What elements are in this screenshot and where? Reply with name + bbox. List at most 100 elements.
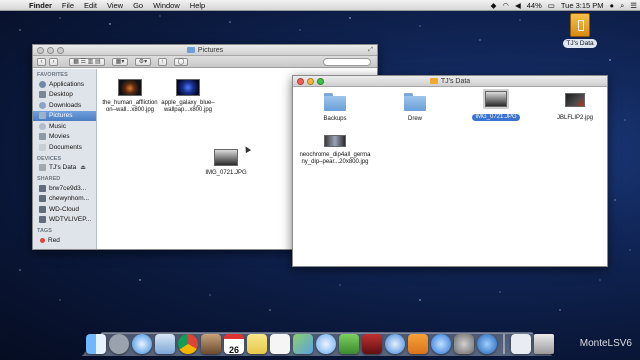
pictures-icon <box>39 112 46 120</box>
sidebar-item-tjs-data[interactable]: TJ's Data ⏏ <box>33 163 96 174</box>
battery-percent[interactable]: 44% <box>524 0 545 11</box>
window-title: Pictures <box>197 46 224 54</box>
sidebar: FAVORITES Applications Desktop Downloads… <box>33 69 97 249</box>
pictures-titlebar[interactable]: Pictures ⤢ <box>33 45 377 56</box>
maps-icon[interactable] <box>293 334 313 354</box>
sidebar-item-documents[interactable]: Documents <box>33 142 96 153</box>
zoom-button[interactable] <box>57 47 64 54</box>
tjs-data-titlebar[interactable]: TJ's Data <box>293 76 607 87</box>
menu-bar: Finder File Edit View Go Window Help ◆ ◠… <box>0 0 640 11</box>
volume-icon[interactable]: ◀ <box>512 0 524 11</box>
view-mode-buttons[interactable]: ▦ ☰ ▥ ▤ <box>69 57 105 66</box>
spotlight-icon[interactable]: ⌕ <box>617 0 627 11</box>
movies-icon <box>39 133 46 141</box>
system-preferences-icon[interactable] <box>454 334 474 354</box>
devices-header: DEVICES <box>37 155 62 162</box>
file-item[interactable]: the_human_affliction on–wall...x800.jpg <box>102 79 158 114</box>
launchpad-icon[interactable] <box>109 334 129 354</box>
desktop-drive-label: TJ's Data <box>563 39 597 48</box>
menu-file[interactable]: File <box>57 0 79 11</box>
notification-center-icon[interactable]: ☰ <box>627 0 640 11</box>
sidebar-item-pictures[interactable]: Pictures <box>33 110 96 121</box>
network-icon <box>39 205 46 213</box>
trash-icon[interactable] <box>534 334 554 354</box>
documents-icon <box>39 143 46 151</box>
fullscreen-icon[interactable]: ⤢ <box>367 47 374 54</box>
red-tag-icon <box>40 237 45 243</box>
zoom-button[interactable] <box>317 78 324 85</box>
file-item[interactable]: neochrome_dip4all_germa ny_dip–pear...20… <box>297 135 373 166</box>
usb-drive-icon <box>570 13 590 37</box>
tjs-data-content: Backups Drew IMG_0721.JPG JBLFLIP2.jpg n… <box>293 87 607 266</box>
safari-icon[interactable] <box>132 334 152 354</box>
menu-finder[interactable]: Finder <box>24 0 57 11</box>
ibooks-icon[interactable] <box>408 334 428 354</box>
file-item[interactable]: apple_galaxy_blue– wallpap...x800.jpg <box>160 79 216 114</box>
sidebar-item-downloads[interactable]: Downloads <box>33 100 96 111</box>
battery-icon[interactable]: ▭ <box>545 0 558 11</box>
eject-icon[interactable]: ⏏ <box>80 164 86 171</box>
forward-button[interactable]: › <box>49 57 58 66</box>
music-icon <box>39 122 46 130</box>
facetime-icon[interactable] <box>339 334 359 354</box>
tags-header: TAGS <box>37 228 52 234</box>
app-store-icon[interactable] <box>431 334 451 354</box>
photos-icon[interactable] <box>201 334 221 354</box>
mail-icon[interactable] <box>155 334 175 354</box>
search-input[interactable] <box>323 57 371 66</box>
share-icon[interactable]: ↑ <box>158 57 167 66</box>
sidebar-item-music[interactable]: Music <box>33 121 96 132</box>
folder-icon <box>404 93 426 111</box>
menu-edit[interactable]: Edit <box>79 0 102 11</box>
selection-highlight <box>483 89 509 109</box>
itunes-icon[interactable] <box>385 334 405 354</box>
minimize-button[interactable] <box>47 47 54 54</box>
dock-separator <box>503 334 505 354</box>
menu-go[interactable]: Go <box>128 0 148 11</box>
network-icon <box>39 216 46 224</box>
tags-button[interactable]: ◯ <box>174 57 188 66</box>
sidebar-item-movies[interactable]: Movies <box>33 132 96 143</box>
desktop-drive[interactable]: TJ's Data <box>562 13 598 48</box>
sidebar-item-tag-red[interactable]: Red <box>33 235 96 246</box>
calendar-icon[interactable]: 26 <box>224 334 244 355</box>
wifi-icon[interactable]: ◠ <box>499 0 512 11</box>
photo-booth-icon[interactable] <box>362 334 382 354</box>
sidebar-item-shared[interactable]: WDTVLIVEP... <box>33 215 96 226</box>
image-thumbnail <box>324 135 346 147</box>
menu-help[interactable]: Help <box>185 0 210 11</box>
sidebar-item-desktop[interactable]: Desktop <box>33 90 96 101</box>
chrome-icon[interactable] <box>178 334 198 354</box>
finder-icon[interactable] <box>86 334 106 354</box>
dock: 26 <box>86 330 554 355</box>
arrange-button[interactable]: ▦▾ <box>112 57 128 66</box>
messages-icon[interactable] <box>316 334 336 354</box>
desktop-icon <box>39 91 46 99</box>
quicktime-icon[interactable] <box>477 334 497 354</box>
network-icon <box>39 184 46 192</box>
reminders-icon[interactable] <box>270 334 290 354</box>
folder-icon <box>186 47 195 53</box>
minimize-button[interactable] <box>307 78 314 85</box>
sidebar-item-applications[interactable]: Applications <box>33 79 96 90</box>
file-item[interactable]: JBLFLIP2.jpg <box>549 93 601 122</box>
file-item-selected[interactable]: IMG_0721.JPG <box>471 89 521 121</box>
sidebar-item-shared[interactable]: chewynhom... <box>33 194 96 205</box>
toolbar: ‹ › ▦ ☰ ▥ ▤ ▦▾ ⚙▾ ↑ ◯ <box>33 56 377 68</box>
action-gear-icon[interactable]: ⚙▾ <box>135 57 151 66</box>
close-button[interactable] <box>37 47 44 54</box>
sidebar-item-shared[interactable]: brw7ce9d3... <box>33 183 96 194</box>
folder-item[interactable]: Drew <box>391 93 439 123</box>
clock[interactable]: Tue 3:15 PM <box>558 0 607 11</box>
menu-view[interactable]: View <box>102 0 128 11</box>
watermark: MonteLSV6 <box>579 338 632 349</box>
close-button[interactable] <box>297 78 304 85</box>
downloads-stack-icon[interactable] <box>511 334 531 354</box>
menu-window[interactable]: Window <box>148 0 185 11</box>
dropbox-icon[interactable]: ◆ <box>488 0 500 11</box>
notes-icon[interactable] <box>247 334 267 354</box>
back-button[interactable]: ‹ <box>37 57 46 66</box>
sidebar-item-shared[interactable]: WD-Cloud <box>33 204 96 215</box>
user-icon[interactable]: ● <box>607 0 618 11</box>
folder-item[interactable]: Backups <box>311 93 359 123</box>
